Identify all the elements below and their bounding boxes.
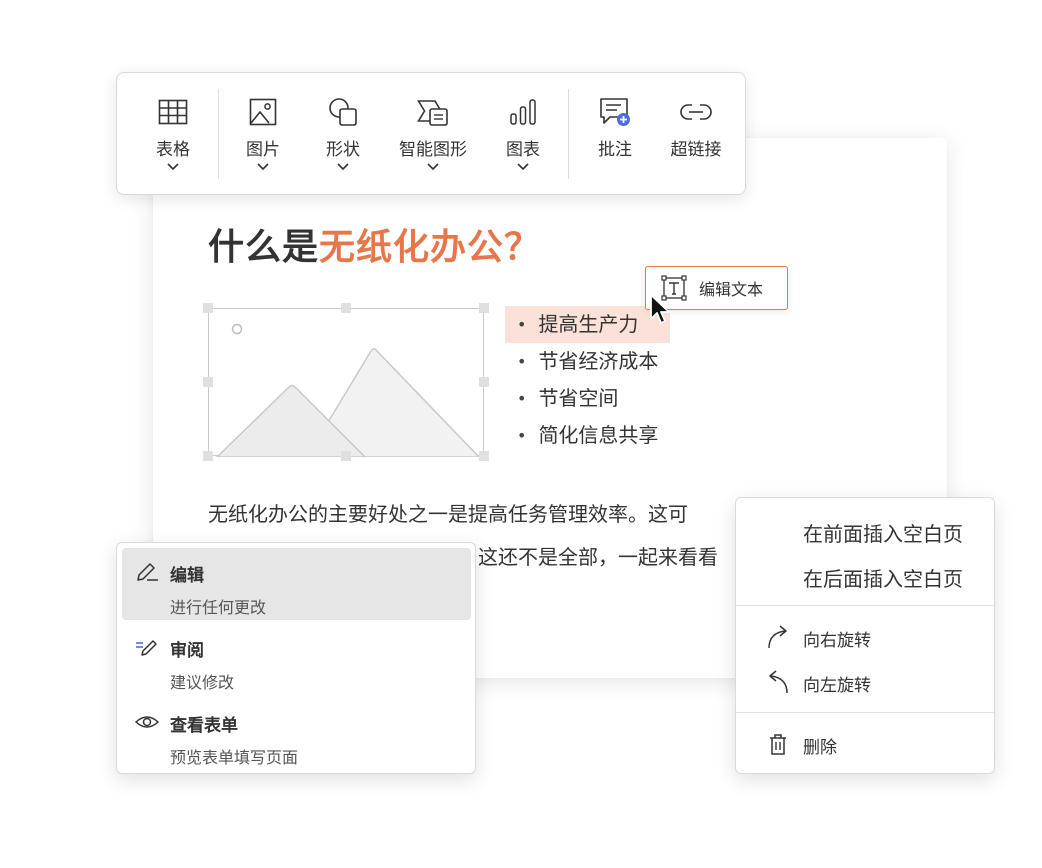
mode-menu: 编辑 进行任何更改 审阅 建议修改 查看表单 预览表单填写页面 xyxy=(116,542,476,774)
chevron-down-icon xyxy=(257,163,269,171)
bullet-dot: • xyxy=(517,389,527,408)
toolbar-shapes-button[interactable]: 形状 xyxy=(317,73,369,194)
rotate-right-item[interactable]: 向右旋转 xyxy=(736,616,994,656)
pencil-icon xyxy=(137,563,158,581)
insert-toolbar: 表格 图片 形状 智能图形 图表 批注 超链接 xyxy=(116,72,746,195)
toolbar-hyperlink-button[interactable]: 超链接 xyxy=(665,73,727,194)
resize-handle-bl[interactable] xyxy=(203,451,213,461)
insert-blank-page-before[interactable]: 在前面插入空白页 xyxy=(736,510,994,550)
table-icon xyxy=(156,95,190,129)
chevron-down-icon xyxy=(167,163,179,171)
mode-item-review[interactable]: 审阅 建议修改 xyxy=(122,623,471,695)
body-paragraph-line1[interactable]: 无纸化办公的主要好处之一是提高任务管理效率。这可 xyxy=(208,498,688,527)
menu-divider xyxy=(736,712,994,713)
trash-icon xyxy=(770,734,786,755)
toolbar-smartart-button[interactable]: 智能图形 xyxy=(392,73,474,194)
rotate-left-icon xyxy=(769,670,788,694)
insert-blank-page-after[interactable]: 在后面插入空白页 xyxy=(736,555,994,595)
chevron-down-icon xyxy=(427,163,439,171)
document-title[interactable]: 什么是无纸化办公？ xyxy=(208,218,541,270)
delete-page-item[interactable]: 删除 xyxy=(736,723,994,763)
toolbar-divider xyxy=(568,89,569,179)
bullet-item[interactable]: • 节省空间 xyxy=(505,380,670,417)
review-icon xyxy=(136,640,157,656)
mountain-image-icon xyxy=(215,323,481,457)
chart-icon xyxy=(506,95,540,129)
bullet-dot: • xyxy=(517,426,527,445)
resize-handle-l[interactable] xyxy=(203,377,213,387)
image-placeholder[interactable] xyxy=(208,308,484,457)
comment-add-icon xyxy=(598,95,632,129)
menu-divider xyxy=(736,605,994,606)
link-icon xyxy=(679,95,713,129)
page-context-menu: 在前面插入空白页 在后面插入空白页 向右旋转 向左旋转 删除 xyxy=(735,497,995,774)
toolbar-divider xyxy=(218,89,219,179)
chevron-down-icon xyxy=(337,163,349,171)
resize-handle-br[interactable] xyxy=(479,451,489,461)
bullet-item[interactable]: • 节省经济成本 xyxy=(505,343,670,380)
resize-handle-r[interactable] xyxy=(479,377,489,387)
bullet-dot: • xyxy=(517,315,527,334)
bullet-item[interactable]: • 提高生产力 xyxy=(505,306,671,343)
resize-handle-b[interactable] xyxy=(341,451,351,461)
toolbar-table-button[interactable]: 表格 xyxy=(147,73,199,194)
mode-item-edit[interactable]: 编辑 进行任何更改 xyxy=(122,548,471,620)
rotate-right-icon xyxy=(768,625,787,649)
title-highlight: 无纸化办公？ xyxy=(319,227,542,268)
toolbar-comment-button[interactable]: 批注 xyxy=(589,73,641,194)
toolbar-image-button[interactable]: 图片 xyxy=(237,73,289,194)
resize-handle-tl[interactable] xyxy=(203,303,213,313)
resize-handle-tr[interactable] xyxy=(479,303,489,313)
resize-handle-t[interactable] xyxy=(341,303,351,313)
title-prefix: 什么是 xyxy=(208,227,320,268)
mode-item-view-form[interactable]: 查看表单 预览表单填写页面 xyxy=(122,698,471,770)
bullet-list: • 提高生产力 • 节省经济成本 • 节省空间 • 简化信息共享 xyxy=(505,306,671,454)
bullet-item[interactable]: • 简化信息共享 xyxy=(505,417,670,454)
toolbar-chart-button[interactable]: 图表 xyxy=(497,73,549,194)
mouse-cursor-icon xyxy=(650,294,670,324)
body-paragraph-line2[interactable]: 这还不是全部，一起来看看 xyxy=(478,541,718,570)
shapes-icon xyxy=(326,95,360,129)
eye-icon xyxy=(134,716,160,728)
bullet-dot: • xyxy=(517,352,527,371)
smartart-icon xyxy=(416,95,450,129)
image-icon xyxy=(246,95,280,129)
chevron-down-icon xyxy=(517,163,529,171)
rotate-left-item[interactable]: 向左旋转 xyxy=(736,661,994,701)
